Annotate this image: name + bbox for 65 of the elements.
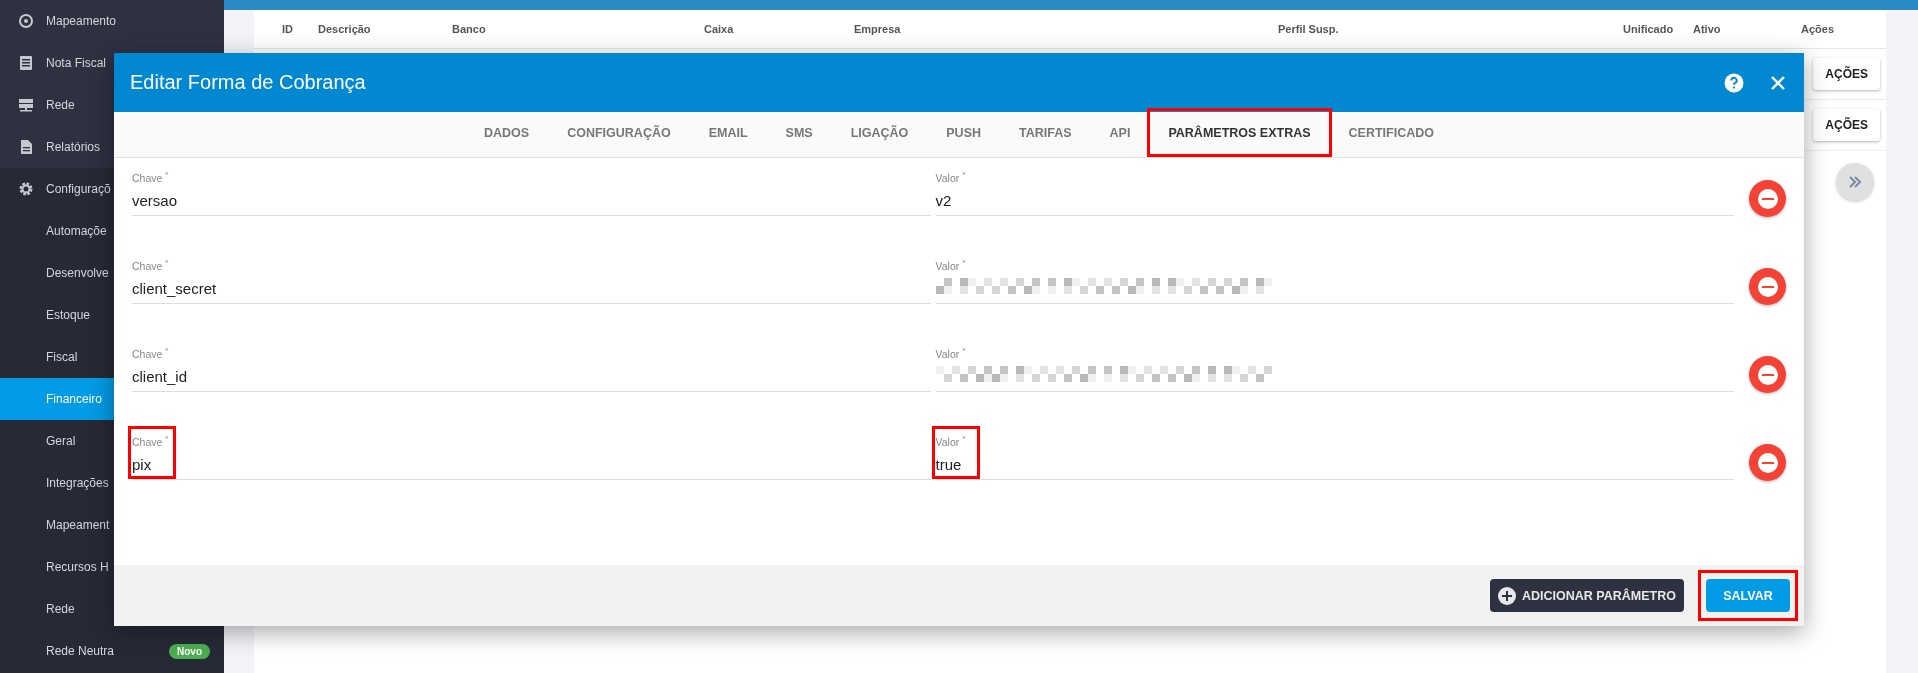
column-header: ID bbox=[282, 23, 294, 35]
value-field[interactable]: Valor $^{*}$ true bbox=[935, 422, 1734, 480]
key-field[interactable]: Chave $^{*}$ client_id bbox=[132, 334, 931, 392]
value-field[interactable]: Valor $^{*}$ v2 bbox=[935, 158, 1734, 216]
field-label: Valor $^{*}$ bbox=[935, 346, 967, 360]
field-value: versao bbox=[132, 191, 178, 209]
menu-item-icon bbox=[18, 139, 34, 155]
column-header: Banco bbox=[452, 23, 487, 35]
tab[interactable]: CERTIFICADO bbox=[1329, 112, 1453, 157]
remove-button[interactable] bbox=[1749, 444, 1786, 481]
minus-circle-icon bbox=[1756, 451, 1779, 474]
field-value: client_secret bbox=[132, 279, 217, 297]
field-label: Valor $^{*}$ bbox=[935, 434, 967, 448]
help-icon[interactable] bbox=[1724, 72, 1744, 93]
tab[interactable]: API bbox=[1090, 112, 1150, 157]
dialog-title: Editar Forma de Cobrança bbox=[130, 71, 367, 94]
column-header: Empresa bbox=[854, 23, 902, 35]
menu-item-icon bbox=[18, 13, 34, 29]
remove-button[interactable] bbox=[1749, 356, 1786, 393]
next-page-button[interactable] bbox=[1836, 163, 1874, 201]
add-parameter-button[interactable]: ADICIONAR PARÂMETRO bbox=[1490, 579, 1684, 612]
plus-circle-icon bbox=[1498, 586, 1517, 605]
new-badge: Novo bbox=[169, 643, 210, 659]
key-field[interactable]: Chave $^{*}$ versao bbox=[132, 158, 931, 216]
field-label: Chave $^{*}$ bbox=[132, 434, 170, 448]
field-label: Chave $^{*}$ bbox=[132, 170, 170, 184]
field-label: Valor $^{*}$ bbox=[935, 170, 967, 184]
actions-button[interactable]: AÇÕES bbox=[1813, 58, 1880, 90]
sidebar-item[interactable]: Rede Neutra Novo bbox=[0, 630, 224, 672]
key-field[interactable]: Chave $^{*}$ client_secret bbox=[132, 246, 931, 304]
tab[interactable]: EMAIL bbox=[689, 112, 767, 157]
tab[interactable]: CONFIGURAÇÃO bbox=[548, 112, 690, 157]
double-chevron-icon bbox=[1848, 176, 1862, 188]
field-value: v2 bbox=[935, 191, 953, 209]
minus-circle-icon bbox=[1756, 187, 1779, 210]
field-label: Chave $^{*}$ bbox=[132, 346, 170, 360]
tab[interactable]: TARIFAS bbox=[1000, 112, 1091, 157]
column-header: Caixa bbox=[704, 23, 735, 35]
menu-item-icon bbox=[18, 97, 34, 113]
tab[interactable]: DADOS bbox=[465, 112, 549, 157]
column-header: Ativo bbox=[1693, 23, 1722, 35]
menu-item-icon bbox=[18, 181, 34, 197]
column-header: Descrição bbox=[318, 23, 372, 35]
field-label: Chave $^{*}$ bbox=[132, 258, 170, 272]
tab[interactable]: PUSH bbox=[927, 112, 1000, 157]
value-field[interactable]: Valor $^{*}$ bbox=[935, 334, 1734, 392]
field-value: true bbox=[935, 455, 963, 473]
column-header: Perfil Susp. bbox=[1278, 23, 1340, 35]
remove-button[interactable] bbox=[1749, 180, 1786, 217]
minus-circle-icon bbox=[1756, 363, 1779, 386]
close-icon[interactable] bbox=[1770, 74, 1786, 91]
sidebar-item[interactable]: Mapeamento bbox=[0, 0, 224, 42]
tab[interactable]: SMS bbox=[766, 112, 832, 157]
remove-button[interactable] bbox=[1749, 268, 1786, 305]
field-value: pix bbox=[132, 455, 153, 473]
key-field[interactable]: Chave $^{*}$ pix bbox=[132, 422, 931, 480]
field-label: Valor $^{*}$ bbox=[935, 258, 967, 272]
actions-button[interactable]: AÇÕES bbox=[1813, 109, 1880, 141]
minus-circle-icon bbox=[1756, 275, 1779, 298]
menu-item-icon bbox=[18, 55, 34, 71]
value-field[interactable]: Valor $^{*}$ bbox=[935, 246, 1734, 304]
tab[interactable]: PARÂMETROS EXTRAS bbox=[1149, 112, 1330, 157]
column-header: Ações bbox=[1801, 23, 1836, 35]
column-header: Unificado bbox=[1623, 23, 1675, 35]
tab[interactable]: LIGAÇÃO bbox=[831, 112, 928, 157]
